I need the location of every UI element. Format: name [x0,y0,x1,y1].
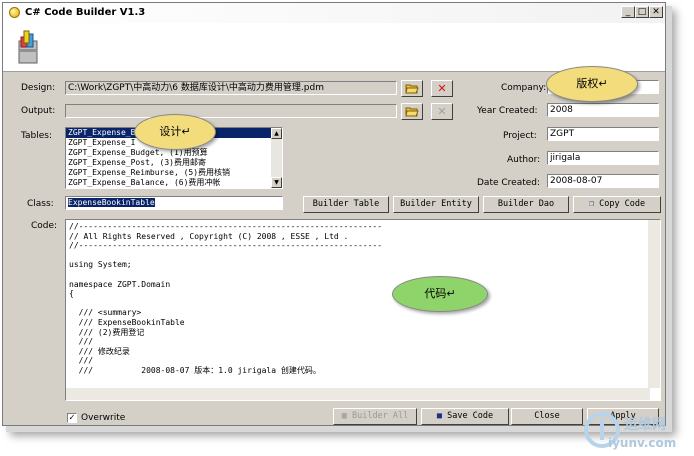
open-folder-icon [405,107,419,117]
builder-dao-button[interactable]: Builder Dao [483,196,569,213]
save-icon: ■ [436,411,442,421]
code-label: Code: [31,221,58,231]
output-browse-button[interactable] [401,103,423,120]
design-browse-button[interactable] [401,80,423,97]
builder-all-button[interactable]: ▦ Builder All [333,408,417,425]
design-label: Design: [21,83,56,93]
watermark: 运维网 iyunv.com [582,408,688,452]
list-item[interactable]: ZGPT_Expense_Reimburse, (5)费用核销 [66,168,282,178]
window-icon [9,7,20,18]
class-name-selection: ExpenseBookinTable [68,198,155,207]
copyright-callout: 版权↵ [546,66,638,102]
code-callout: 代码↵ [392,276,488,312]
scroll-up-icon[interactable]: ▲ [271,128,282,139]
author-label: Author: [507,155,541,165]
title-bar[interactable]: C# Code Builder V1.3 _ □ ✕ [3,3,665,24]
scroll-down-icon[interactable]: ▼ [271,177,282,188]
overwrite-label: Overwrite [81,413,126,423]
company-label: Company: [501,83,547,93]
main-window: C# Code Builder V1.3 _ □ ✕ Design: Outpu… [2,2,666,426]
list-item[interactable]: ZGPT_Expense_Post, (3)费用邮寄 [66,158,282,168]
list-item[interactable]: ZGPT_Expense_Balance, (6)费用冲帐 [66,178,282,188]
delete-icon: ✕ [437,82,447,95]
design-path-field[interactable]: C:\Work\ZGPT\中高动力\6 数据库设计\中高动力费用管理.pdm [65,81,397,95]
year-created-field[interactable]: 2008 [547,103,659,117]
close-button[interactable]: Close [511,408,583,425]
copy-code-button[interactable]: ❐ Copy Code [573,196,661,213]
copy-icon: ❐ [588,199,594,209]
header-banner [3,23,665,72]
class-label: Class: [27,199,54,209]
class-field[interactable]: ExpenseBookinTable [65,196,283,210]
output-clear-button[interactable]: ✕ [431,103,453,120]
date-created-field[interactable]: 2008-08-07 [547,174,659,188]
design-clear-button[interactable]: ✕ [431,80,453,97]
output-path-field[interactable] [65,104,397,118]
year-created-label: Year Created: [477,106,538,116]
app-icon [18,30,38,64]
close-window-button[interactable]: ✕ [649,6,663,18]
code-editor[interactable]: //--------------------------------------… [65,219,661,401]
date-created-label: Date Created: [477,178,541,188]
author-field[interactable]: jirigala [547,151,659,165]
code-horizontal-scrollbar[interactable] [66,388,650,400]
tables-label: Tables: [21,131,52,141]
tables-scrollbar[interactable]: ▲ ▼ [271,128,282,188]
window-title: C# Code Builder V1.3 [25,7,146,18]
delete-icon: ✕ [437,105,447,118]
watermark-brand: 运维网 [624,417,666,433]
builder-all-icon: ▦ [341,411,347,421]
project-label: Project: [503,131,537,141]
open-folder-icon [405,84,419,94]
minimize-button[interactable]: _ [621,6,635,18]
design-callout: 设计↵ [134,114,216,150]
builder-entity-button[interactable]: Builder Entity [393,196,479,213]
watermark-site: iyunv.com [608,436,677,450]
maximize-button[interactable]: □ [635,6,649,18]
overwrite-checkbox[interactable]: ✓ [67,413,77,423]
code-text: //--------------------------------------… [69,222,383,375]
output-label: Output: [21,106,56,116]
builder-table-button[interactable]: Builder Table [303,196,389,213]
project-field[interactable]: ZGPT [547,127,659,141]
save-code-button[interactable]: ■ Save Code [421,408,509,425]
code-vertical-scrollbar[interactable] [648,220,660,388]
